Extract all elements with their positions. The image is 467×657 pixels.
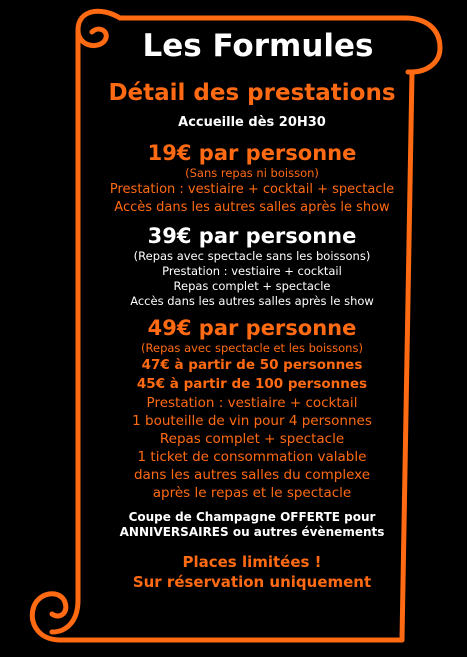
page-title: Les Formules (142, 28, 374, 64)
formula-19-line: Prestation : vestiaire + cocktail + spec… (109, 182, 395, 197)
formula-19: 19€ par personne (Sans repas ni boisson)… (72, 140, 432, 217)
formula-49-note: (Repas avec spectacle et les boissons) (141, 341, 363, 355)
formula-49-line: 1 ticket de consommation valable (137, 449, 367, 465)
offer-line: Coupe de Champagne OFFERTE pour (128, 510, 376, 524)
footer-block: Places limitées ! Sur réservation unique… (72, 552, 432, 592)
formula-49-line: 47€ à partir de 50 personnes (141, 357, 363, 373)
formula-49: 49€ par personne (Repas avec spectacle e… (72, 315, 432, 502)
formula-49-line: dans les autres salles du complexe (133, 467, 371, 483)
formula-39-price: 39€ par personne (147, 224, 357, 248)
offer-line: ANNIVERSAIRES ou autres évènements (119, 525, 385, 539)
intro-text: Accueille dès 20H30 (178, 115, 326, 130)
formula-49-line: Repas complet + spectacle (159, 431, 345, 447)
formula-39-line: Repas complet + spectacle (173, 279, 331, 293)
formula-49-line: 45€ à partir de 100 personnes (136, 376, 368, 392)
formula-39: 39€ par personne (Repas avec spectacle s… (72, 223, 432, 309)
footer-line: Sur réservation uniquement (132, 573, 372, 591)
title-box: Les Formules (108, 22, 408, 70)
main-content: Détail des prestations Accueille dès 20H… (72, 80, 432, 592)
formula-49-line: après le repas et le spectacle (152, 485, 352, 501)
formula-39-note: (Repas avec spectacle sans les boissons) (133, 249, 371, 263)
formula-49-price: 49€ par personne (147, 316, 357, 340)
offer-block: Coupe de Champagne OFFERTE pour ANNIVERS… (72, 510, 432, 540)
formula-49-line: 1 bouteille de vin pour 4 personnes (132, 413, 372, 429)
footer-line: Places limitées ! (182, 553, 322, 571)
formula-39-line: Accès dans les autres salles après le sh… (130, 294, 374, 308)
formula-19-price: 19€ par personne (147, 141, 357, 165)
subtitle: Détail des prestations (108, 80, 396, 106)
formula-19-note: (Sans repas ni boisson) (185, 166, 319, 180)
formula-39-line: Prestation : vestiaire + cocktail (162, 264, 342, 278)
formula-49-line: Prestation : vestiaire + cocktail (146, 395, 358, 411)
formula-19-line: Accès dans les autres salles après le sh… (114, 200, 390, 215)
